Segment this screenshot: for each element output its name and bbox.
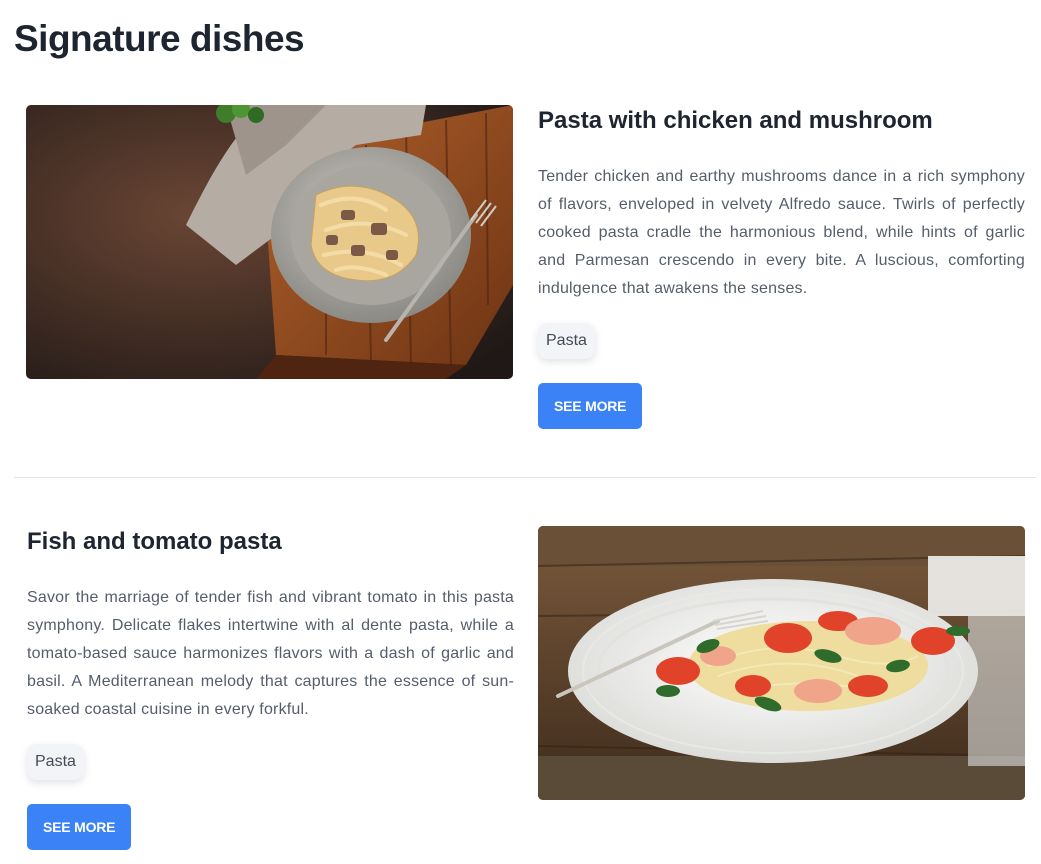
- page-title: Signature dishes: [14, 18, 305, 59]
- tag-pasta[interactable]: Pasta: [27, 744, 84, 780]
- button-row: SEE MORE: [538, 383, 1025, 429]
- pasta-chicken-mushroom-photo: [26, 105, 513, 379]
- see-more-button[interactable]: SEE MORE: [538, 383, 643, 429]
- page: Signature dishes Pasta with chicken and …: [0, 0, 1041, 864]
- see-more-button[interactable]: SEE MORE: [27, 804, 132, 850]
- dish-description: Savor the marriage of tender fish and vi…: [27, 589, 514, 718]
- dish-image[interactable]: [538, 526, 1025, 800]
- dish-text: Pasta with chicken and mushroom Tender c…: [538, 105, 1025, 429]
- dish-image[interactable]: [26, 105, 513, 379]
- dish-text: Fish and tomato pasta Savor the marriage…: [27, 526, 514, 850]
- dish-card-fish-tomato-pasta: Fish and tomato pasta Savor the marriage…: [0, 526, 1041, 856]
- dish-title: Pasta with chicken and mushroom: [538, 107, 933, 134]
- dish-description: Tender chicken and earthy mushrooms danc…: [538, 168, 1025, 297]
- fish-tomato-pasta-photo: [538, 526, 1025, 800]
- section-divider: [14, 477, 1036, 478]
- dish-card-pasta-chicken-mushroom: Pasta with chicken and mushroom Tender c…: [0, 105, 1041, 435]
- tag-pasta[interactable]: Pasta: [538, 323, 595, 359]
- button-row: SEE MORE: [27, 804, 514, 850]
- dish-title: Fish and tomato pasta: [27, 528, 282, 555]
